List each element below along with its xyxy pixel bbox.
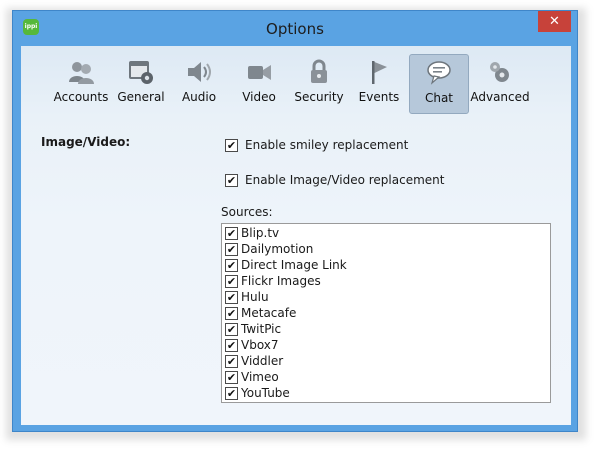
- chat-icon: [427, 61, 451, 85]
- source-checkbox[interactable]: ✔: [225, 242, 238, 256]
- source-label: TwitPic: [241, 322, 282, 336]
- tab-accounts[interactable]: Accounts: [49, 54, 113, 114]
- tab-label: Video: [242, 90, 276, 104]
- list-item[interactable]: ✔ Vimeo: [222, 369, 550, 385]
- close-button[interactable]: ✕: [538, 11, 571, 32]
- tab-security[interactable]: Security: [287, 54, 351, 114]
- list-item[interactable]: ✔ Flickr Images: [222, 273, 550, 289]
- source-label: Hulu: [241, 290, 269, 304]
- source-checkbox[interactable]: ✔: [225, 226, 238, 240]
- tab-label: Security: [294, 90, 344, 104]
- source-checkbox[interactable]: ✔: [225, 386, 238, 400]
- security-icon: [311, 59, 327, 83]
- source-label: Blip.tv: [241, 226, 280, 240]
- smiley-checkbox[interactable]: ✔: [225, 138, 238, 152]
- source-checkbox[interactable]: ✔: [225, 258, 238, 272]
- source-label: YouTube: [241, 386, 290, 400]
- sources-list[interactable]: ✔ Blip.tv ✔ Dailymotion ✔ Direct Image Link…: [221, 223, 551, 403]
- list-item[interactable]: ✔ Dailymotion: [222, 241, 550, 257]
- window-title: Options: [266, 20, 324, 38]
- list-item[interactable]: ✔ YouTube: [222, 385, 550, 401]
- tab-label: Events: [358, 90, 400, 104]
- tab-label: Advanced: [470, 90, 530, 104]
- tab-advanced[interactable]: Advanced: [469, 54, 531, 114]
- source-label: Dailymotion: [241, 242, 314, 256]
- title-bar[interactable]: ippi Options ✕: [13, 11, 577, 46]
- image-video-checkbox[interactable]: ✔: [225, 173, 238, 187]
- source-checkbox[interactable]: ✔: [225, 274, 238, 288]
- image-video-checkbox-label: Enable Image/Video replacement: [245, 173, 445, 187]
- accounts-icon: [69, 62, 94, 84]
- list-item[interactable]: ✔ TwitPic: [222, 321, 550, 337]
- tab-label: Audio: [181, 90, 217, 104]
- options-window: ippi Options ✕ Accounts General Audio Vi…: [12, 10, 578, 432]
- source-label: Vimeo: [241, 370, 279, 384]
- advanced-icon: [490, 62, 509, 82]
- tab-label: General: [117, 90, 165, 104]
- list-item[interactable]: ✔ Vbox7: [222, 337, 550, 353]
- source-label: Metacafe: [241, 306, 297, 320]
- source-checkbox[interactable]: ✔: [225, 354, 238, 368]
- audio-icon: [188, 62, 211, 82]
- options-content: Accounts General Audio Video Security Ev…: [21, 46, 571, 425]
- source-label: Direct Image Link: [241, 258, 347, 272]
- general-icon: [129, 61, 153, 84]
- tab-events[interactable]: Events: [351, 54, 407, 114]
- tab-label: Chat: [424, 91, 454, 105]
- tab-label: Accounts: [53, 90, 109, 104]
- section-heading: Image/Video:: [41, 135, 131, 149]
- tab-general[interactable]: General: [113, 54, 169, 114]
- tab-audio[interactable]: Audio: [171, 54, 227, 114]
- source-checkbox[interactable]: ✔: [225, 290, 238, 304]
- list-item[interactable]: ✔ Blip.tv: [222, 225, 550, 241]
- list-item[interactable]: ✔ Direct Image Link: [222, 257, 550, 273]
- events-icon: [372, 61, 387, 84]
- sources-label: Sources:: [221, 205, 273, 219]
- smiley-replacement-option[interactable]: ✔ Enable smiley replacement: [225, 137, 408, 153]
- source-label: Vbox7: [241, 338, 279, 352]
- source-checkbox[interactable]: ✔: [225, 322, 238, 336]
- source-checkbox[interactable]: ✔: [225, 338, 238, 352]
- source-label: Viddler: [241, 354, 284, 368]
- source-checkbox[interactable]: ✔: [225, 370, 238, 384]
- source-checkbox[interactable]: ✔: [225, 306, 238, 320]
- video-icon: [248, 65, 271, 80]
- image-video-replacement-option[interactable]: ✔ Enable Image/Video replacement: [225, 172, 444, 188]
- smiley-checkbox-label: Enable smiley replacement: [245, 138, 409, 152]
- tab-video[interactable]: Video: [231, 54, 287, 114]
- list-item[interactable]: ✔ Metacafe: [222, 305, 550, 321]
- source-label: Flickr Images: [241, 274, 321, 288]
- list-item[interactable]: ✔ Hulu: [222, 289, 550, 305]
- tab-chat[interactable]: Chat: [409, 54, 469, 114]
- options-toolbar: Accounts General Audio Video Security Ev…: [21, 46, 571, 116]
- list-item[interactable]: ✔ Viddler: [222, 353, 550, 369]
